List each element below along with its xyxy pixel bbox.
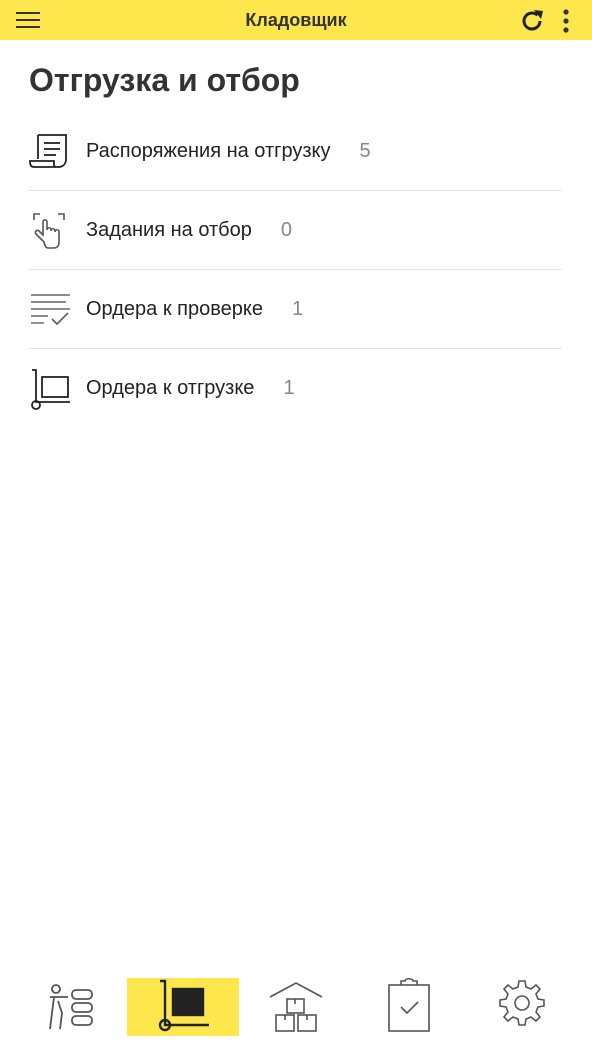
hamburger-menu-icon[interactable] [14,8,42,32]
more-vertical-icon[interactable] [557,8,575,34]
list-item-count: 0 [280,218,292,241]
hand-tap-icon [28,208,72,252]
document-scroll-icon [28,129,72,173]
page-title: Отгрузка и отбор [29,62,300,98]
warehouse-boxes-icon [268,977,324,1038]
gear-icon [494,977,550,1038]
nav-tab-warehouse[interactable] [240,978,352,1036]
list-item-count: 1 [291,297,304,320]
clipboard-check-icon [381,977,437,1038]
shipment-menu-list: Распоряжения на отгрузку 5 Задания на от… [28,112,562,428]
nav-tab-shipment[interactable] [127,978,239,1036]
bottom-navigation [0,977,592,1041]
app-title: Кладовщик [245,9,347,30]
list-item-label: Распоряжения на отгрузку [86,139,331,162]
nav-tab-checks[interactable] [353,977,465,1038]
hand-truck-icon [28,367,72,411]
list-item-orders-to-ship[interactable]: Ордера к отгрузке 1 [28,349,562,428]
list-item-label: Ордера к проверке [86,297,263,320]
list-item-shipment-orders[interactable]: Распоряжения на отгрузку 5 [28,112,562,191]
nav-tab-worker-tasks[interactable] [14,978,126,1036]
list-item-orders-to-check[interactable]: Ордера к проверке 1 [28,270,562,349]
list-item-count: 5 [359,139,371,162]
refresh-icon[interactable] [518,7,546,35]
checklist-icon [28,287,72,331]
list-item-label: Ордера к отгрузке [86,377,255,399]
nav-tab-settings[interactable] [466,978,578,1036]
list-item-count: 1 [283,377,295,399]
worker-tasks-icon [42,977,98,1038]
list-item-label: Задания на отбор [86,218,252,241]
top-app-bar: Кладовщик [0,0,592,40]
hand-truck-icon [155,977,211,1038]
list-item-picking-tasks[interactable]: Задания на отбор 0 [28,191,562,270]
